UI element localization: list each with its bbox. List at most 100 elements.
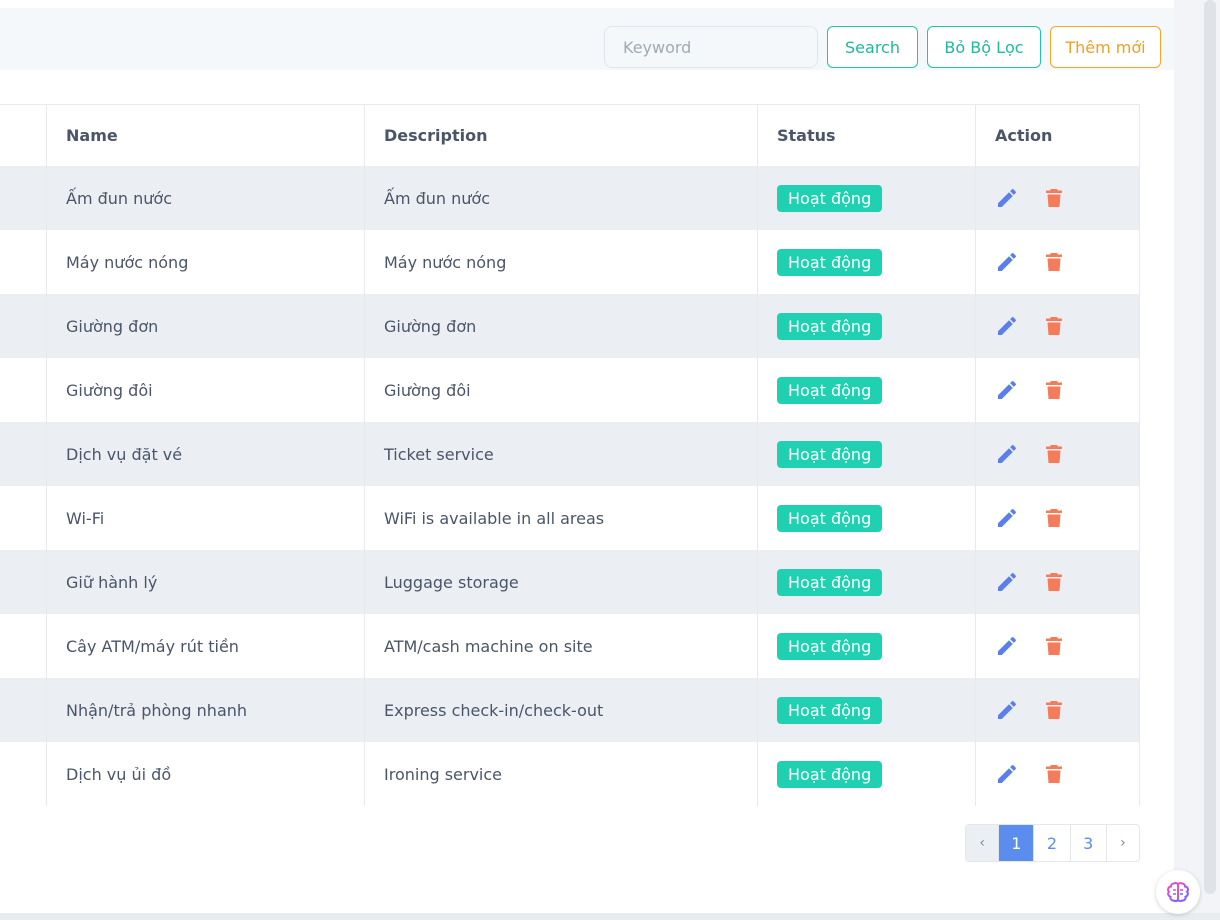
row-actions — [976, 294, 1066, 358]
row-description: WiFi is available in all areas — [384, 508, 605, 528]
row-actions — [976, 358, 1066, 422]
table-row: Dịch vụ ủi đồ Ironing service Hoạt động — [0, 742, 1139, 806]
header-description: Description — [384, 126, 488, 145]
table-row: Wi-Fi WiFi is available in all areas Hoạt … — [0, 486, 1139, 550]
pencil-icon[interactable] — [995, 698, 1019, 722]
row-description: Giường đơn — [384, 316, 477, 336]
row-description: Ticket service — [384, 444, 494, 464]
row-name: Cây ATM/máy rút tiền — [66, 636, 239, 656]
pencil-icon[interactable] — [995, 378, 1019, 402]
row-status: Hoạt động — [758, 742, 883, 806]
row-status: Hoạt động — [758, 678, 883, 742]
prev-page-button[interactable]: ‹ — [966, 825, 999, 861]
trash-icon[interactable] — [1042, 314, 1066, 338]
trash-icon[interactable] — [1042, 442, 1066, 466]
amenities-table: Name Description Status Action Ấm đun nư… — [0, 104, 1140, 806]
pencil-icon[interactable] — [995, 506, 1019, 530]
row-actions — [976, 614, 1066, 678]
row-status: Hoạt động — [758, 486, 883, 550]
row-status: Hoạt động — [758, 294, 883, 358]
trash-icon[interactable] — [1042, 378, 1066, 402]
row-actions — [976, 230, 1066, 294]
pencil-icon[interactable] — [995, 570, 1019, 594]
row-status: Hoạt động — [758, 230, 883, 294]
status-badge: Hoạt động — [777, 504, 883, 532]
table-row: Dịch vụ đặt vé Ticket service Hoạt động — [0, 422, 1139, 486]
row-actions — [976, 550, 1066, 614]
header-action: Action — [995, 126, 1053, 145]
page-1-button[interactable]: 1 — [998, 825, 1034, 861]
row-actions — [976, 678, 1066, 742]
pencil-icon[interactable] — [995, 186, 1019, 210]
row-status: Hoạt động — [758, 422, 883, 486]
keyword-input[interactable] — [604, 26, 818, 68]
status-badge: Hoạt động — [777, 184, 883, 212]
row-actions — [976, 742, 1066, 806]
row-name: Dịch vụ đặt vé — [66, 444, 183, 464]
pencil-icon[interactable] — [995, 762, 1019, 786]
status-badge: Hoạt động — [777, 568, 883, 596]
row-status: Hoạt động — [758, 358, 883, 422]
pagination: ‹ 1 2 3 › — [965, 824, 1140, 862]
status-badge: Hoạt động — [777, 376, 883, 404]
reset-filter-button[interactable]: Bỏ Bộ Lọc — [927, 26, 1041, 68]
table-row: Cây ATM/máy rút tiền ATM/cash machine on … — [0, 614, 1139, 678]
pencil-icon[interactable] — [995, 314, 1019, 338]
header-status: Status — [777, 126, 836, 145]
row-actions — [976, 422, 1066, 486]
row-name: Máy nước nóng — [66, 252, 189, 272]
bottom-divider — [0, 913, 1220, 920]
row-name: Ấm đun nước — [66, 188, 173, 208]
table-row: Máy nước nóng Máy nước nóng Hoạt động — [0, 230, 1139, 294]
trash-icon[interactable] — [1042, 250, 1066, 274]
status-badge: Hoạt động — [777, 248, 883, 276]
row-name: Wi-Fi — [66, 508, 105, 528]
pencil-icon[interactable] — [995, 250, 1019, 274]
row-description: Ấm đun nước — [384, 188, 491, 208]
search-button[interactable]: Search — [827, 26, 918, 68]
row-status: Hoạt động — [758, 166, 883, 230]
pencil-icon[interactable] — [995, 442, 1019, 466]
table-row: Giường đơn Giường đơn Hoạt động — [0, 294, 1139, 358]
pencil-icon[interactable] — [995, 634, 1019, 658]
row-description: Ironing service — [384, 764, 503, 784]
status-badge: Hoạt động — [777, 440, 883, 468]
filter-toolbar: Search Bỏ Bộ Lọc Thêm mới — [0, 8, 1174, 70]
brain-icon — [1166, 880, 1190, 904]
row-description: Express check-in/check-out — [384, 700, 604, 720]
row-name: Dịch vụ ủi đồ — [66, 764, 172, 784]
row-name: Giường đôi — [66, 380, 153, 400]
row-description: ATM/cash machine on site — [384, 636, 593, 656]
row-description: Giường đôi — [384, 380, 471, 400]
next-page-button[interactable]: › — [1105, 825, 1139, 861]
table-row: Nhận/trả phòng nhanh Express check-in/che… — [0, 678, 1139, 742]
row-name: Nhận/trả phòng nhanh — [66, 700, 248, 720]
table-row: Giường đôi Giường đôi Hoạt động — [0, 358, 1139, 422]
trash-icon[interactable] — [1042, 570, 1066, 594]
row-status: Hoạt động — [758, 550, 883, 614]
add-new-button[interactable]: Thêm mới — [1050, 26, 1161, 68]
trash-icon[interactable] — [1042, 186, 1066, 210]
row-actions — [976, 486, 1066, 550]
table-row: Ấm đun nước Ấm đun nước Hoạt động — [0, 166, 1139, 230]
trash-icon[interactable] — [1042, 506, 1066, 530]
status-badge: Hoạt động — [777, 696, 883, 724]
trash-icon[interactable] — [1042, 634, 1066, 658]
row-actions — [976, 166, 1066, 230]
table-header: Name Description Status Action — [0, 105, 1139, 166]
assistant-button[interactable] — [1156, 870, 1200, 914]
row-status: Hoạt động — [758, 614, 883, 678]
header-name: Name — [66, 126, 118, 145]
content-panel: Search Bỏ Bộ Lọc Thêm mới Name Descripti… — [0, 0, 1174, 913]
row-description: Luggage storage — [384, 572, 519, 592]
page-3-button[interactable]: 3 — [1069, 825, 1106, 861]
page-2-button[interactable]: 2 — [1033, 825, 1069, 861]
row-description: Máy nước nóng — [384, 252, 507, 272]
trash-icon[interactable] — [1042, 762, 1066, 786]
row-name: Giường đơn — [66, 316, 159, 336]
page-scrollbar[interactable] — [1204, 0, 1216, 894]
status-badge: Hoạt động — [777, 312, 883, 340]
status-badge: Hoạt động — [777, 632, 883, 660]
row-name: Giữ hành lý — [66, 572, 158, 592]
trash-icon[interactable] — [1042, 698, 1066, 722]
